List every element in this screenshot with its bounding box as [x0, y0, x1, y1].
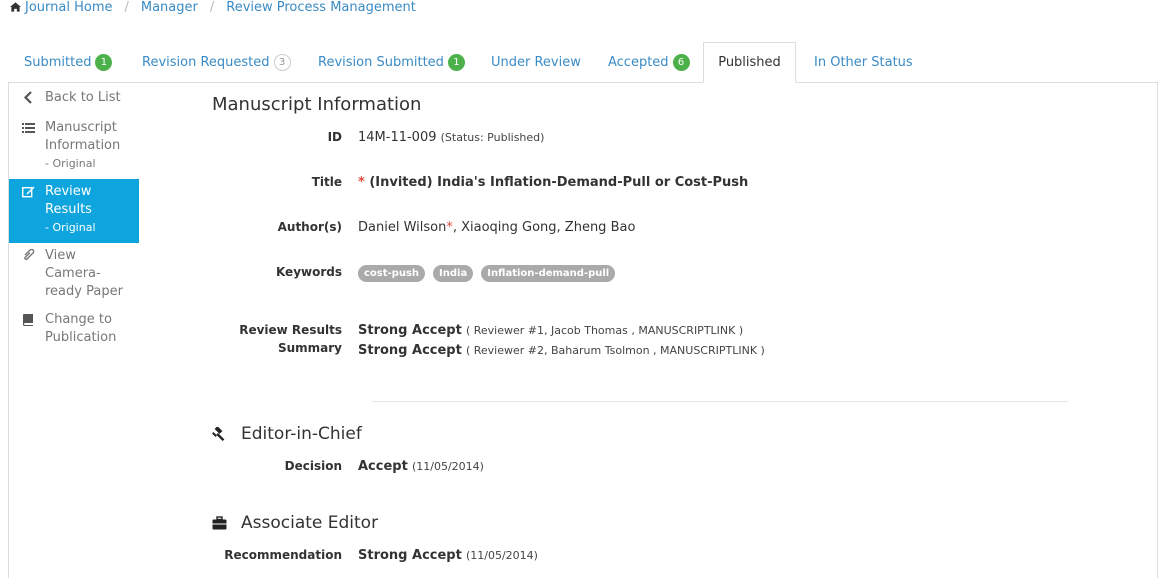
sidebar-item-change-to-publication[interactable]: Change to Publication [9, 307, 139, 353]
authors-label: Author(s) [277, 220, 342, 234]
breadcrumb-journal-home[interactable]: Journal Home [25, 0, 112, 15]
review-summary-value: Strong Accept ( Reviewer #1, Jacob Thoma… [358, 321, 765, 361]
list-icon [22, 123, 35, 133]
recommendation-row: Recommendation Strong Accept (11/05/2014… [180, 548, 1080, 563]
sidebar-item-label: Manuscript Information [45, 120, 121, 153]
breadcrumb-manager[interactable]: Manager [141, 0, 198, 15]
briefcase-icon [212, 516, 227, 530]
recommendation-value: Strong Accept (11/05/2014) [358, 548, 538, 563]
sidebar-item-sub: - Original [45, 157, 96, 170]
count-badge: 1 [95, 54, 113, 71]
keyword-tag: cost-push [358, 265, 426, 282]
sidebar-item-camera-ready[interactable]: View Camera-ready Paper [9, 243, 139, 307]
sidebar-item-sub: - Original [45, 221, 96, 234]
review-entry: Strong Accept ( Reviewer #2, Baharum Tso… [358, 341, 765, 361]
keywords-label: Keywords [275, 265, 342, 279]
gavel-icon [212, 427, 225, 441]
sidebar-item-label: Review Results [45, 184, 92, 217]
tab-revision-submitted[interactable]: Revision Submitted 1 [318, 42, 465, 83]
tab-label: Accepted [608, 55, 669, 70]
edit-icon [22, 186, 35, 198]
breadcrumb-separator: / [124, 0, 129, 15]
count-badge: 3 [273, 54, 291, 71]
author-names: , Xiaoqing Gong, Zheng Bao [452, 220, 636, 235]
manuscript-status: (Status: Published) [440, 131, 545, 144]
section-divider [372, 401, 1068, 402]
sidebar: Back to List Manuscript Information - Or… [9, 84, 139, 353]
tab-label: In Other Status [814, 55, 913, 70]
recommendation-label: Recommendation [224, 548, 342, 562]
keywords-row: Keywords cost-push India Inflation-demand-… [180, 265, 1080, 282]
manuscript-id: 14M-11-009 [358, 130, 437, 145]
sidebar-item-manuscript-information[interactable]: Manuscript Information - Original [9, 115, 139, 179]
breadcrumb-review-process[interactable]: Review Process Management [226, 0, 416, 15]
title-row: Title * (Invited) India's Inflation-Dema… [180, 175, 1080, 190]
id-label: ID [327, 130, 342, 144]
review-summary-label: Review Results Summary [180, 321, 342, 361]
sidebar-item-review-results[interactable]: Review Results - Original [9, 179, 139, 243]
review-entry: Strong Accept ( Reviewer #1, Jacob Thoma… [358, 321, 765, 341]
tab-label: Revision Requested [142, 55, 270, 70]
manuscript-title: (Invited) India's Inflation-Demand-Pull … [369, 175, 749, 190]
tab-in-other-status[interactable]: In Other Status [814, 42, 913, 83]
tab-accepted[interactable]: Accepted 6 [608, 42, 690, 83]
book-icon [23, 314, 33, 326]
status-tabs: Submitted 1 Revision Requested 3 Revisio… [8, 42, 1158, 83]
tab-revision-requested[interactable]: Revision Requested 3 [142, 42, 291, 83]
tab-label: Under Review [491, 55, 581, 70]
sidebar-item-back[interactable]: Back to List [9, 84, 139, 115]
review-summary-row: Review Results Summary Strong Accept ( R… [180, 321, 1080, 361]
recommendation-text: Strong Accept [358, 548, 462, 563]
decision-label: Decision [284, 459, 342, 473]
sidebar-item-label: Change to Publication [45, 312, 117, 345]
authors-row: Author(s) Daniel Wilson*, Xiaoqing Gong,… [180, 220, 1080, 235]
editor-in-chief-heading: Editor-in-Chief [212, 424, 362, 444]
decision-date: (11/05/2014) [411, 460, 484, 473]
section-title: Associate Editor [241, 513, 379, 533]
chevron-left-icon [23, 91, 32, 104]
decision-row: Decision Accept (11/05/2014) [180, 459, 1080, 474]
recommendation-date: (11/05/2014) [465, 549, 538, 562]
section-title: Editor-in-Chief [241, 424, 362, 444]
title-value: * (Invited) India's Inflation-Demand-Pul… [358, 175, 748, 190]
title-label: Title [311, 175, 342, 189]
tab-under-review[interactable]: Under Review [491, 42, 581, 83]
count-badge: 1 [447, 54, 465, 71]
author-name: Daniel Wilson [358, 220, 447, 235]
breadcrumb: Journal Home / Manager / Review Process … [10, 0, 416, 15]
page-title: Manuscript Information [212, 94, 422, 115]
sidebar-item-label: View Camera-ready Paper [45, 248, 123, 299]
keyword-tag: Inflation-demand-pull [481, 265, 616, 282]
review-decision: Strong Accept [358, 343, 462, 358]
associate-editor-heading: Associate Editor [212, 513, 378, 533]
review-label-line: Summary [277, 341, 342, 355]
breadcrumb-separator: / [209, 0, 215, 15]
id-value: 14M-11-009 (Status: Published) [358, 130, 544, 145]
decision-value: Accept (11/05/2014) [358, 459, 484, 474]
tab-submitted[interactable]: Submitted 1 [24, 42, 113, 83]
count-badge: 6 [672, 54, 690, 71]
tab-label: Published [718, 55, 781, 70]
required-marker: * [358, 175, 365, 190]
tab-label: Revision Submitted [318, 55, 444, 70]
home-icon [10, 2, 21, 12]
sidebar-item-label: Back to List [45, 90, 121, 105]
review-label-line: Review Results [239, 323, 342, 337]
review-detail: ( Reviewer #2, Baharum Tsolmon , MANUSCR… [465, 344, 765, 357]
tab-published[interactable]: Published [703, 42, 796, 83]
decision-text: Accept [358, 459, 408, 474]
authors-value: Daniel Wilson*, Xiaoqing Gong, Zheng Bao [358, 220, 635, 235]
tab-label: Submitted [24, 55, 92, 70]
id-row: ID 14M-11-009 (Status: Published) [180, 130, 1080, 145]
keywords-value: cost-push India Inflation-demand-pull [358, 265, 623, 282]
paperclip-icon [24, 249, 35, 261]
review-decision: Strong Accept [358, 323, 462, 338]
review-detail: ( Reviewer #1, Jacob Thomas , MANUSCRIPT… [465, 324, 744, 337]
keyword-tag: India [433, 265, 474, 282]
